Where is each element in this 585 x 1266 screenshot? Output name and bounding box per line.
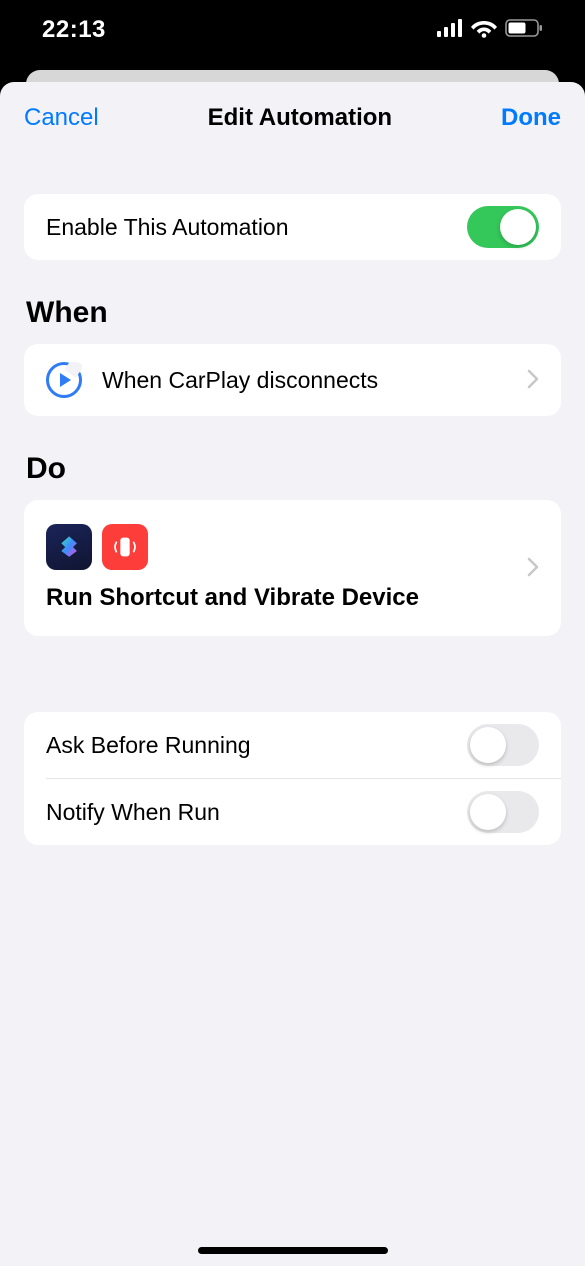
section-when-title: When (26, 296, 561, 330)
battery-icon (505, 19, 543, 42)
do-card[interactable]: Run Shortcut and Vibrate Device (24, 500, 561, 636)
home-indicator[interactable] (198, 1247, 388, 1254)
carplay-icon (46, 362, 82, 398)
when-row[interactable]: When CarPlay disconnects (24, 344, 561, 416)
run-settings-card: Ask Before Running Notify When Run (24, 712, 561, 845)
done-button[interactable]: Done (501, 104, 561, 132)
notify-label: Notify When Run (46, 799, 220, 826)
ask-before-running-row: Ask Before Running (24, 712, 561, 778)
enable-row: Enable This Automation (24, 194, 561, 260)
status-icons (437, 18, 543, 43)
chevron-right-icon (527, 365, 539, 396)
section-do-title: Do (26, 452, 561, 486)
notify-toggle[interactable] (467, 791, 539, 833)
modal-sheet: Cancel Edit Automation Done Enable This … (0, 82, 585, 1266)
enable-toggle[interactable] (467, 206, 539, 248)
chevron-right-icon (527, 553, 539, 584)
shortcuts-app-icon (46, 524, 92, 570)
status-bar: 22:13 (0, 0, 585, 70)
notify-when-run-row: Notify When Run (24, 779, 561, 845)
cellular-icon (437, 19, 463, 42)
ask-label: Ask Before Running (46, 732, 251, 759)
cancel-button[interactable]: Cancel (24, 104, 99, 132)
do-icons (46, 524, 515, 570)
status-time: 22:13 (42, 16, 106, 44)
enable-label: Enable This Automation (46, 214, 289, 241)
nav-bar: Cancel Edit Automation Done (0, 82, 585, 154)
wifi-icon (471, 18, 497, 43)
do-text: Run Shortcut and Vibrate Device (46, 584, 515, 612)
page-title: Edit Automation (208, 104, 392, 132)
ask-toggle[interactable] (467, 724, 539, 766)
vibrate-app-icon (102, 524, 148, 570)
when-text: When CarPlay disconnects (102, 367, 507, 394)
when-card: When CarPlay disconnects (24, 344, 561, 416)
enable-card: Enable This Automation (24, 194, 561, 260)
